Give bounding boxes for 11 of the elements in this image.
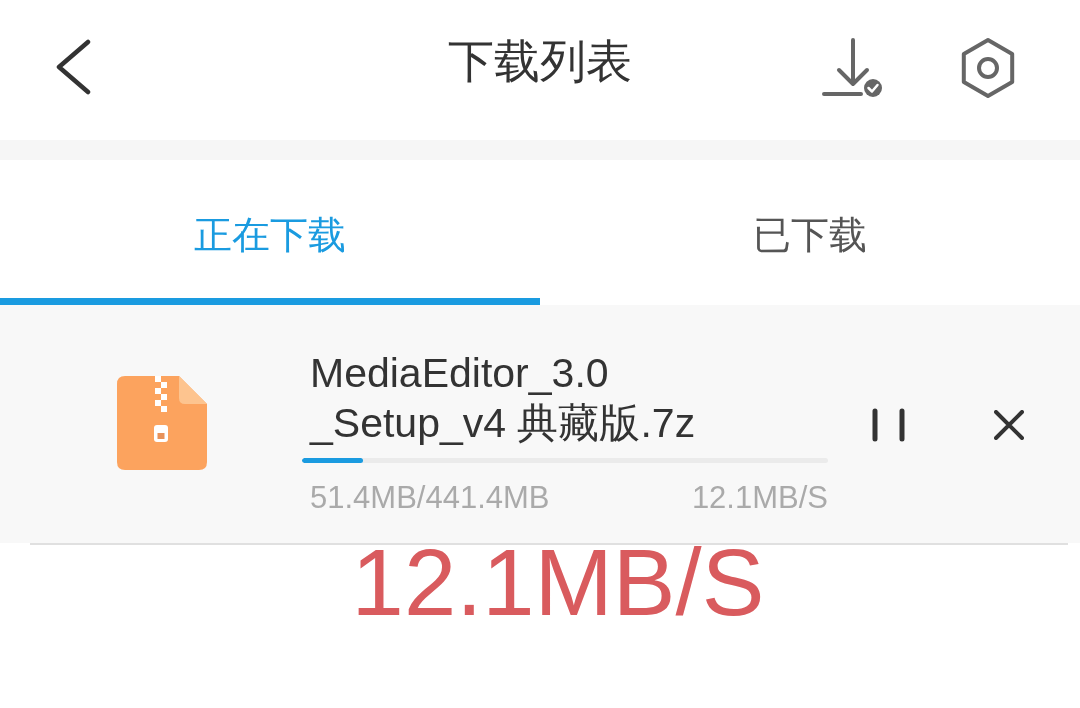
zip-file-icon [117, 376, 207, 470]
close-icon[interactable] [994, 410, 1024, 440]
tab[interactable]: 已下载 [540, 160, 1080, 305]
speed-caption: 12.1MB/S [350, 545, 766, 621]
download-speed: 12.1MB/S [691, 481, 828, 515]
page-title: 下载列表 [448, 34, 632, 89]
pause-icon[interactable] [872, 408, 906, 442]
file-name: MediaEditor_3.0 _Setup_v4 典藏版.7z [308, 349, 697, 448]
downloaded-size: 51.4MB/441.4MB [310, 481, 550, 515]
download-check-icon[interactable] [821, 37, 883, 98]
back-icon[interactable] [55, 39, 91, 95]
